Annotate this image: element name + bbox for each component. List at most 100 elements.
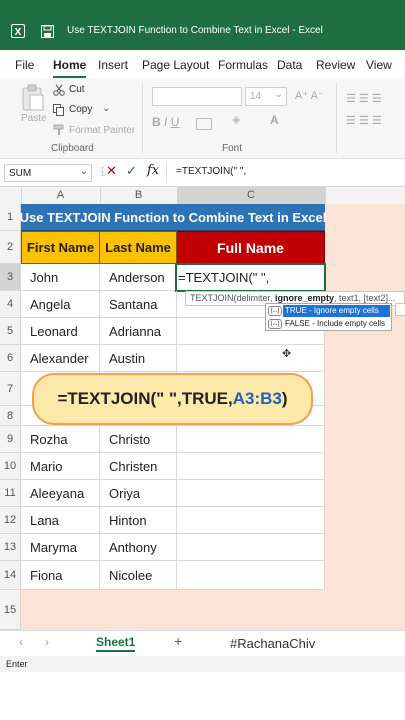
cell-last-name[interactable]: Hinton [100,507,177,534]
row-header-5[interactable]: 5 [0,318,21,345]
column-header-c[interactable]: C [177,187,326,204]
formula-divider [166,163,167,183]
format-painter-icon[interactable] [53,124,65,136]
cell-last-name[interactable]: Anderson [100,264,177,291]
cell-full-name[interactable] [177,507,325,534]
cell-first-name[interactable]: Rozha [21,426,100,453]
cell-last-name[interactable]: Christen [100,453,177,480]
column-header-b[interactable]: B [100,187,178,204]
row-header-15[interactable]: 15 [0,590,21,630]
menu-data[interactable]: Data [277,58,302,72]
alignment-icons[interactable]: ☰ ☰ ☰ ☰ ☰ ☰ [346,88,382,132]
cut-label[interactable]: Cut [69,84,85,95]
cell-first-name[interactable]: Mario [21,453,100,480]
header-first-name[interactable]: First Name [21,231,100,264]
clipboard-group-label: Clipboard [51,143,94,154]
ribbon-divider [336,83,337,153]
row-header-10[interactable]: 10 [0,453,21,480]
cell-full-name[interactable] [177,534,325,561]
insert-function-icon[interactable]: fx [147,163,159,178]
save-icon[interactable] [41,25,54,38]
cell-first-name[interactable]: Lana [21,507,100,534]
cell-last-name[interactable]: Nicolee [100,561,177,590]
borders-icon[interactable] [196,118,212,130]
header-full-name[interactable]: Full Name [177,231,325,264]
enter-check-icon[interactable]: ✓ [126,163,137,179]
autocomplete-item-false[interactable]: (...) FALSE - Include empty cells [267,318,390,330]
copy-icon[interactable] [53,104,65,116]
row-header-11[interactable]: 11 [0,480,21,507]
cell-full-name[interactable] [177,480,325,507]
formula-callout: =TEXTJOIN(" ",TRUE, A3:B3) [32,373,313,425]
cell-full-name[interactable] [177,345,325,372]
cell-first-name[interactable]: Angela [21,291,100,318]
scroll-left-icon[interactable]: ‹ [19,635,23,649]
cell-first-name[interactable]: John [21,264,100,291]
cell-first-name[interactable]: Maryma [21,534,100,561]
cell-last-name[interactable]: Oriya [100,480,177,507]
menu-view[interactable]: View [366,58,392,72]
paste-icon[interactable] [21,84,45,112]
watermark: #RachanaChiv [230,636,316,651]
row-header-1[interactable]: 1 [0,204,21,231]
row-header-6[interactable]: 6 [0,345,21,372]
menu-review[interactable]: Review [316,58,355,72]
cell-full-name[interactable] [177,426,325,453]
copy-dropdown-icon[interactable]: ⌄ [102,103,110,114]
cell-last-name[interactable]: Santana [100,291,177,318]
header-last-name[interactable]: Last Name [100,231,177,264]
format-painter-label[interactable]: Format Painter [69,125,135,136]
row-header-9[interactable]: 9 [0,426,21,453]
select-all-corner[interactable] [0,187,22,204]
font-family-box[interactable] [152,87,242,106]
menu-formulas[interactable]: Formulas [218,58,268,72]
row-header-14[interactable]: 14 [0,561,21,590]
row-header-13[interactable]: 13 [0,534,21,561]
cancel-icon[interactable]: ✕ [106,163,117,179]
autocomplete-item-label: FALSE - Include empty cells [285,319,386,328]
grow-shrink-font-icon[interactable]: A⁺ A⁻ [295,89,324,102]
chevron-down-icon: ⌄ [274,89,283,100]
copy-label[interactable]: Copy [69,104,92,115]
sheet-tab-sheet1[interactable]: Sheet1 [96,635,136,652]
active-cell-c3[interactable]: =TEXTJOIN(" ", [175,263,326,292]
add-sheet-button[interactable]: + [174,633,182,649]
column-header-a[interactable]: A [21,187,101,204]
cell-last-name[interactable]: Christo [100,426,177,453]
font-size-box[interactable]: 14 ⌄ [245,87,287,106]
autocomplete-item-label: TRUE - Ignore empty cells [283,305,390,317]
cell-full-name[interactable] [177,453,325,480]
cell-first-name[interactable]: Alexander [21,345,100,372]
fill-color-icon[interactable]: ◈ [232,113,240,126]
cell-full-name[interactable] [177,561,325,590]
cell-first-name[interactable]: Aleeyana [21,480,100,507]
row-header-3[interactable]: 3 [0,264,21,291]
row-header-8[interactable]: 8 [0,406,21,426]
menu-page-layout[interactable]: Page Layout [142,58,209,72]
row-header-7[interactable]: 7 [0,372,21,406]
menu-home[interactable]: Home [53,58,87,78]
sheet-title-cell[interactable]: Use TEXTJOIN Function to Combine Text in… [20,204,326,231]
sheet-background-fill [21,590,325,630]
name-box[interactable]: SUM ⌄ [4,164,92,182]
autocomplete-item-true[interactable]: (...) TRUE - Ignore empty cells [267,305,390,317]
row-header-2[interactable]: 2 [0,231,21,264]
menu-insert[interactable]: Insert [98,58,128,72]
formula-input[interactable]: =TEXTJOIN(" ", [176,166,246,177]
paste-label[interactable]: Paste [21,113,47,124]
cell-last-name[interactable]: Adrianna [100,318,177,345]
ribbon: Paste Cut Copy ⌄ Format Painter Clipboar… [0,78,405,159]
menu-file[interactable]: File [15,58,34,72]
row-header-4[interactable]: 4 [0,291,21,318]
cell-first-name[interactable]: Fiona [21,561,100,590]
cell-first-name[interactable]: Leonard [21,318,100,345]
tooltip-current-argument: ignore_empty [275,293,335,303]
autocomplete-item-icon: (...) [268,319,282,329]
cell-last-name[interactable]: Austin [100,345,177,372]
scroll-right-icon[interactable]: › [45,635,49,649]
font-color-icon[interactable]: A [270,113,279,127]
bold-italic-underline-icon[interactable]: B I U [152,115,179,129]
cell-last-name[interactable]: Anthony [100,534,177,561]
cut-icon[interactable] [53,84,65,96]
row-header-12[interactable]: 12 [0,507,21,534]
